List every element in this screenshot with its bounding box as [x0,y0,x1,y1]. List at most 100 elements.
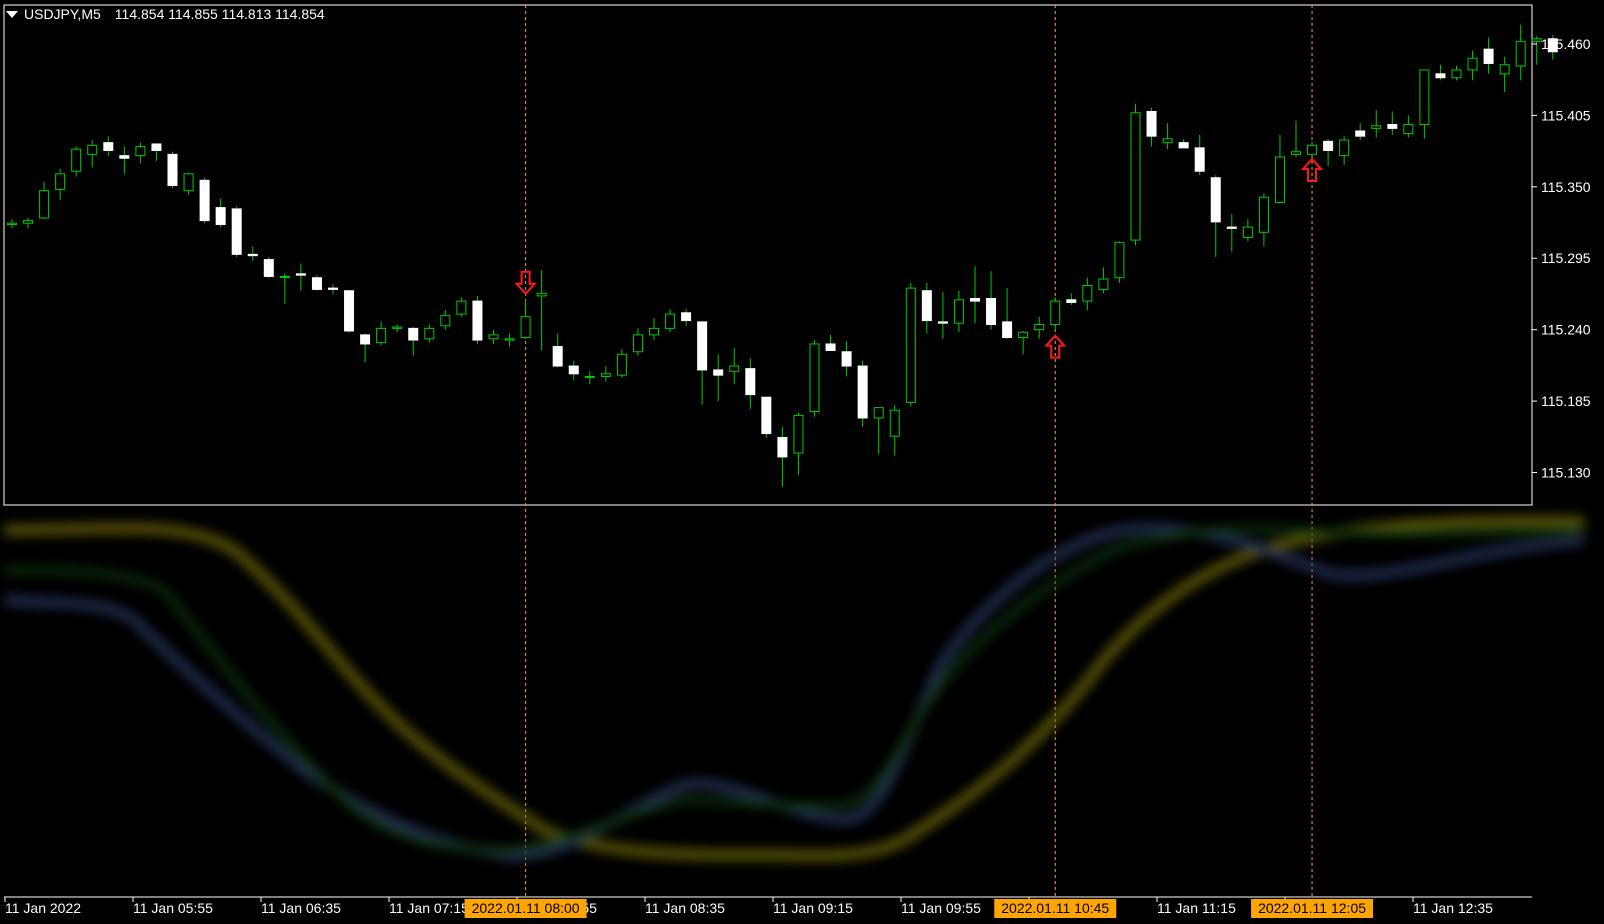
candle [87,140,98,168]
candle-body [761,396,772,435]
candle [408,327,419,356]
candle [1419,69,1430,139]
candle [39,181,50,220]
candle [520,299,531,339]
candle-body [151,143,162,151]
candle-body [103,142,114,151]
candle-body [183,173,194,192]
candle [199,177,210,224]
price-axis: 115.460 115.405 115.350 115.295 115.240 115.1… [1532,36,1591,481]
candle [568,360,579,381]
candle [793,412,804,476]
candle-body [360,334,371,345]
candle [23,217,34,229]
candle [328,284,338,295]
time-axis: 11 Jan 2022 11 Jan 05:55 11 Jan 06:35 11 Ja… [4,896,1532,918]
candle-body [440,314,451,327]
candle-body [1018,331,1029,338]
candle [392,324,403,333]
candle-body [7,222,17,225]
price-tick-label: 115.240 [1541,322,1591,338]
candle-body [1387,123,1398,129]
dropdown-triangle-icon[interactable] [6,11,18,18]
candle [1210,175,1221,257]
candle [632,328,643,356]
candle [1467,50,1478,81]
candle-body [536,292,547,297]
candle [1274,134,1285,204]
candle-body [616,353,627,376]
candle-body [247,253,258,257]
candle-body [1082,285,1093,302]
candle-body [392,326,403,329]
candle [247,246,258,261]
candle-body [328,287,338,290]
candle-body [376,327,387,344]
candle [1034,316,1045,339]
candle-body [87,144,98,155]
time-tick-label: 11 Jan 09:15 [773,900,853,916]
candle [360,333,371,363]
candle-body [135,146,146,157]
candle-body [1467,57,1478,71]
candle-body [231,208,242,255]
candle [1483,37,1494,74]
candle-body [1258,196,1269,233]
candle-body [408,327,419,341]
candle [745,358,756,409]
chart-header: USDJPY,M5 114.854 114.855 114.813 114.85… [6,6,325,22]
candle-body [279,275,290,278]
candle-body [311,277,322,290]
candle [231,206,242,257]
candle-body [1307,144,1318,155]
candle-body [71,148,82,172]
candle-body [1226,226,1237,229]
candle [1339,136,1350,165]
candle [1515,24,1526,81]
price-tick-label: 115.130 [1541,465,1591,481]
candle [1098,267,1109,294]
candle-body [1371,125,1382,129]
candle-body [970,298,980,302]
candle-body [1403,123,1414,135]
time-tick-label: 11 Jan 11:15 [1157,900,1236,916]
trading-chart[interactable]: 115.460 115.405 115.350 115.295 115.240 115.1… [0,0,1604,924]
candle [1082,277,1093,311]
candle-body [1146,110,1157,137]
candle [1066,293,1077,305]
candle [649,317,659,341]
candle [825,334,836,351]
candle-body [584,375,595,378]
candle [1130,103,1141,246]
candle [713,354,724,402]
candle [424,324,435,343]
candle-body [600,373,611,377]
candle-body [504,338,515,341]
candle-body [1291,151,1301,155]
candle-body [649,327,659,336]
candle-body [841,351,852,367]
candle [841,341,852,377]
candle [151,143,162,161]
candle-body [1451,69,1462,79]
candle [665,308,676,333]
candle-body [1274,156,1285,203]
candle [1307,141,1318,155]
candle [103,136,114,156]
candle-body [697,321,708,371]
candle [921,282,932,334]
candle-body [215,207,226,225]
candle [584,371,595,385]
candle [440,310,451,330]
candle [1242,219,1253,242]
oscillator-pane [4,516,1584,861]
price-tick-label: 115.405 [1541,107,1591,123]
candle-body [55,173,66,190]
candle-body [39,190,50,219]
candle-body [1323,140,1334,151]
candle-body [953,299,964,324]
candle [1451,66,1462,81]
candle-body [809,343,820,412]
price-tick-label: 115.295 [1541,250,1591,266]
candle-body [1178,142,1189,149]
